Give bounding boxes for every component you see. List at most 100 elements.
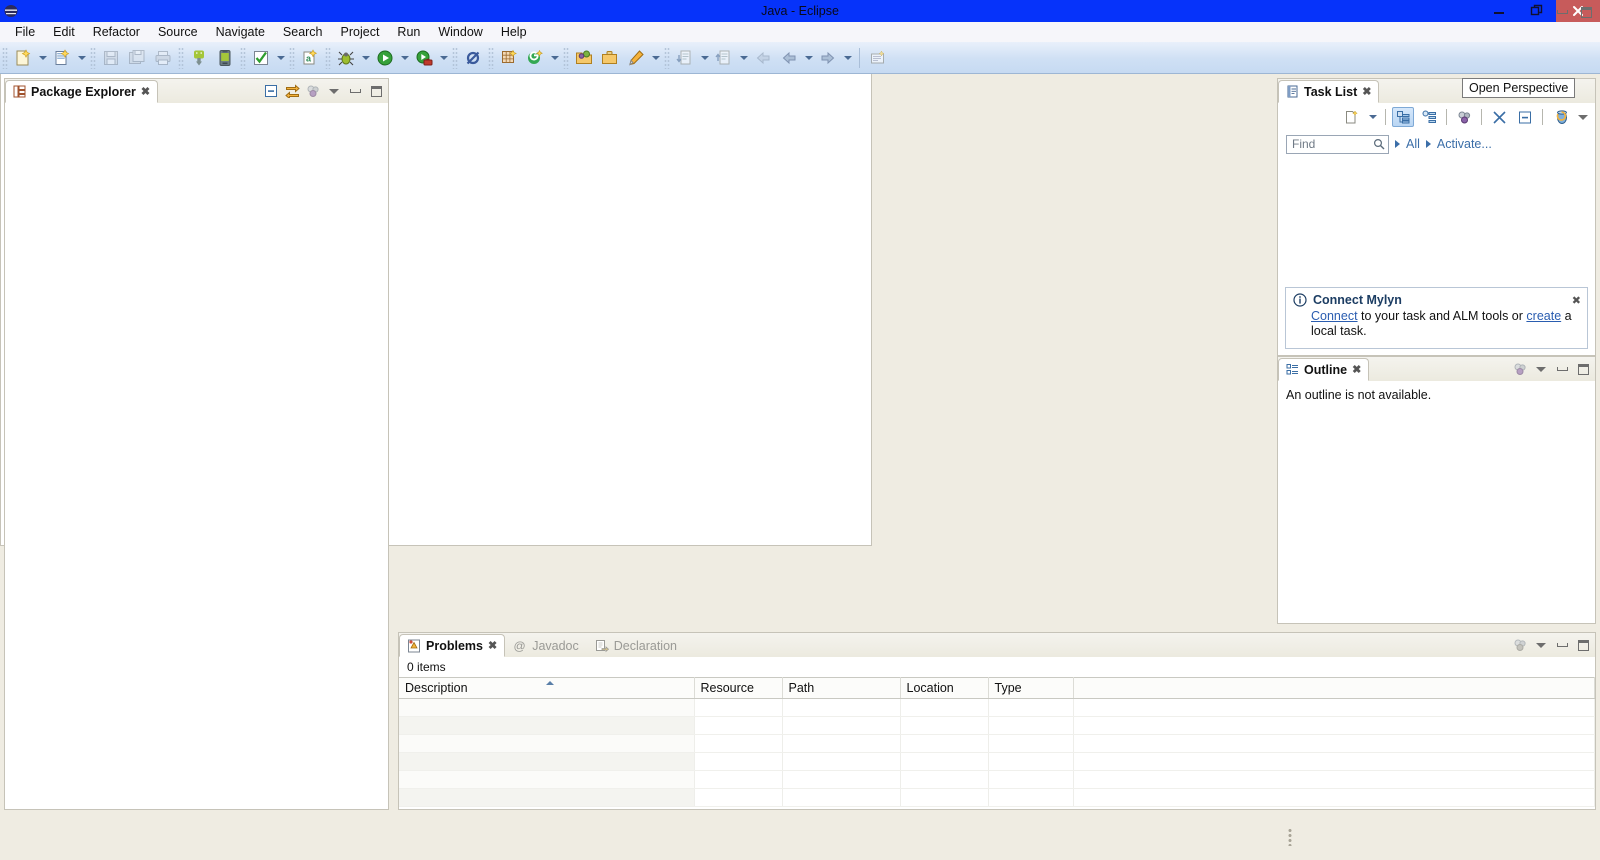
menu-refactor[interactable]: Refactor <box>84 22 149 42</box>
focus-on-active-task-icon[interactable] <box>305 83 321 99</box>
menu-file[interactable]: File <box>6 22 44 42</box>
menu-project[interactable]: Project <box>332 22 389 42</box>
android-avd-icon[interactable] <box>212 45 238 71</box>
focus-on-workweek-icon[interactable] <box>1453 107 1475 127</box>
view-menu-icon[interactable] <box>1533 361 1549 377</box>
close-icon[interactable]: ✖ <box>488 639 497 652</box>
tab-outline[interactable]: Outline ✖ <box>1278 358 1369 381</box>
google-plus-icon[interactable] <box>522 45 548 71</box>
debug-dropdown-icon[interactable] <box>359 45 372 71</box>
pencil-icon[interactable] <box>623 45 649 71</box>
tab-problems[interactable]: Problems ✖ <box>399 634 505 657</box>
package-explorer-tree[interactable] <box>5 103 388 809</box>
menu-navigate[interactable]: Navigate <box>207 22 274 42</box>
toolbar-grip-3[interactable] <box>178 47 184 69</box>
activate-task-link[interactable]: Activate... <box>1437 137 1492 151</box>
maximize-icon[interactable] <box>1578 4 1594 20</box>
close-icon[interactable]: ✖ <box>1352 363 1361 376</box>
new-project-dropdown-icon[interactable] <box>75 45 88 71</box>
filter-expand-icon[interactable] <box>1395 140 1400 148</box>
scheduled-presentation-icon[interactable] <box>1418 107 1440 127</box>
activate-expand-icon[interactable] <box>1426 140 1431 148</box>
mylyn-create-link[interactable]: create <box>1526 309 1561 323</box>
table-row[interactable] <box>399 753 1595 771</box>
minimize-button[interactable] <box>1480 0 1518 22</box>
skip-breakpoints-icon[interactable] <box>460 45 486 71</box>
menu-search[interactable]: Search <box>274 22 332 42</box>
android-activity-icon[interactable] <box>496 45 522 71</box>
back-arrow-icon[interactable] <box>750 45 776 71</box>
new-task-icon[interactable] <box>1340 107 1362 127</box>
maximize-icon[interactable] <box>368 83 384 99</box>
menu-window[interactable]: Window <box>429 22 491 42</box>
tab-package-explorer[interactable]: Package Explorer ✖ <box>5 80 158 103</box>
table-row[interactable] <box>399 699 1595 717</box>
save-icon[interactable] <box>98 45 124 71</box>
focus-on-active-task-icon[interactable] <box>1512 361 1528 377</box>
toolbar-grip-7[interactable] <box>452 47 458 69</box>
prev-annotation-dropdown-icon[interactable] <box>737 45 750 71</box>
link-with-editor-icon[interactable] <box>1514 107 1536 127</box>
run-dropdown-icon[interactable] <box>398 45 411 71</box>
new-project-icon[interactable] <box>49 45 75 71</box>
restore-button[interactable] <box>1518 0 1556 22</box>
column-header-type[interactable]: Type <box>988 678 1073 699</box>
google-dropdown-icon[interactable] <box>548 45 561 71</box>
view-menu-icon[interactable] <box>1533 637 1549 653</box>
categorized-presentation-icon[interactable] <box>1392 107 1414 127</box>
toolbar-grip-10[interactable] <box>664 47 670 69</box>
open-task-icon[interactable] <box>597 45 623 71</box>
table-row[interactable] <box>399 717 1595 735</box>
menu-edit[interactable]: Edit <box>44 22 84 42</box>
tab-declaration[interactable]: Declaration ✖ <box>587 634 685 657</box>
maximize-icon[interactable] <box>1575 361 1591 377</box>
collapse-all-icon[interactable] <box>1488 107 1510 127</box>
toolbar-grip[interactable] <box>2 47 8 69</box>
toolbar-grip-4[interactable] <box>240 47 246 69</box>
toolbar-grip-8[interactable] <box>488 47 494 69</box>
table-row[interactable] <box>399 789 1595 807</box>
new-file-dropdown-icon[interactable] <box>36 45 49 71</box>
new-file-icon[interactable] <box>10 45 36 71</box>
task-list-find-input[interactable]: Find <box>1286 135 1389 154</box>
menu-help[interactable]: Help <box>492 22 536 42</box>
synchronize-changed-icon[interactable] <box>1549 107 1571 127</box>
link-with-editor-icon[interactable] <box>284 83 300 99</box>
open-type-icon[interactable] <box>571 45 597 71</box>
left-arrow-icon[interactable] <box>776 45 802 71</box>
left-arrow-dropdown-icon[interactable] <box>802 45 815 71</box>
toolbar-grip-2[interactable] <box>90 47 96 69</box>
menu-source[interactable]: Source <box>149 22 207 42</box>
maximize-icon[interactable] <box>1575 637 1591 653</box>
coverage-dropdown-icon[interactable] <box>437 45 450 71</box>
text-file-icon[interactable] <box>865 45 891 71</box>
check-icon[interactable] <box>248 45 274 71</box>
view-menu-icon[interactable] <box>1575 109 1591 125</box>
minimize-icon[interactable] <box>347 83 363 99</box>
close-icon[interactable]: ✖ <box>1362 85 1371 98</box>
collapse-all-icon[interactable] <box>263 83 279 99</box>
prev-annotation-icon[interactable] <box>711 45 737 71</box>
minimize-icon[interactable] <box>1554 637 1570 653</box>
close-icon[interactable]: ✖ <box>1572 294 1581 307</box>
print-icon[interactable] <box>150 45 176 71</box>
minimize-icon[interactable] <box>1554 4 1570 20</box>
next-annotation-dropdown-icon[interactable] <box>698 45 711 71</box>
run-play-icon[interactable] <box>372 45 398 71</box>
coverage-icon[interactable] <box>411 45 437 71</box>
toolbar-grip-5[interactable] <box>289 47 295 69</box>
pencil-dropdown-icon[interactable] <box>649 45 662 71</box>
check-dropdown-icon[interactable] <box>274 45 287 71</box>
new-class-icon[interactable]: a <box>297 45 323 71</box>
save-all-icon[interactable] <box>124 45 150 71</box>
column-header-description[interactable]: Description <box>399 678 694 699</box>
focus-on-active-task-icon[interactable] <box>1512 637 1528 653</box>
mylyn-connect-link[interactable]: Connect <box>1311 309 1358 323</box>
menu-run[interactable]: Run <box>388 22 429 42</box>
debug-bug-icon[interactable] <box>333 45 359 71</box>
task-filter-all-link[interactable]: All <box>1406 137 1420 151</box>
close-icon[interactable]: ✖ <box>141 85 150 98</box>
next-annotation-icon[interactable] <box>672 45 698 71</box>
toolbar-grip-9[interactable] <box>563 47 569 69</box>
table-row[interactable] <box>399 735 1595 753</box>
